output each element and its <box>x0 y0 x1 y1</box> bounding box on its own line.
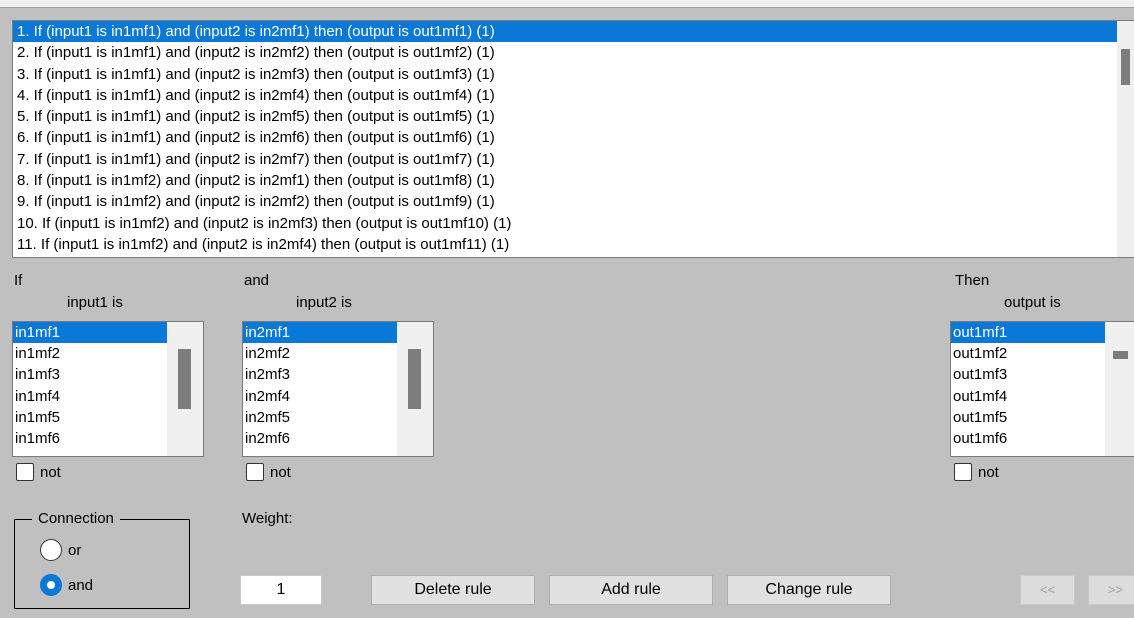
or-radio[interactable] <box>40 539 62 561</box>
input2-not-label: not <box>270 464 291 481</box>
or-label: or <box>68 542 82 559</box>
next-button[interactable]: >> <box>1088 575 1134 605</box>
rules-listbox[interactable]: 1. If (input1 is in1mf1) and (input2 is … <box>12 20 1134 258</box>
input1-not-label: not <box>40 464 61 481</box>
change-rule-button[interactable]: Change rule <box>727 575 891 605</box>
then-heading: Then <box>955 272 990 289</box>
rules-scrollbar[interactable] <box>1117 21 1134 257</box>
output-mf-item[interactable]: out1mf5 <box>951 407 1105 428</box>
input2-mf-item[interactable]: in2mf4 <box>243 386 397 407</box>
input1-not-checkbox[interactable] <box>16 463 34 481</box>
output-mf-item[interactable]: out1mf4 <box>951 386 1105 407</box>
output-scrollbar[interactable] <box>1105 322 1134 456</box>
output-not-checkbox[interactable] <box>954 463 972 481</box>
rules-scrollbar-thumb[interactable] <box>1121 49 1130 85</box>
rule-list-item[interactable]: 3. If (input1 is in1mf1) and (input2 is … <box>13 64 1117 85</box>
input2-label: input2 is <box>296 294 352 311</box>
input2-not-checkbox[interactable] <box>246 463 264 481</box>
add-rule-button[interactable]: Add rule <box>549 575 713 605</box>
rule-list-item[interactable]: 11. If (input1 is in1mf2) and (input2 is… <box>13 234 1117 255</box>
input2-mf-item[interactable]: in2mf6 <box>243 428 397 449</box>
rule-list-item[interactable]: 9. If (input1 is in1mf2) and (input2 is … <box>13 191 1117 212</box>
output-mf-listbox[interactable]: out1mf1 out1mf2 out1mf3 out1mf4 out1mf5 out1m… <box>950 321 1134 457</box>
rule-list-item[interactable]: 8. If (input1 is in1mf2) and (input2 is … <box>13 170 1117 191</box>
weight-input[interactable]: 1 <box>240 575 322 605</box>
rule-list-item[interactable]: 10. If (input1 is in1mf2) and (input2 is… <box>13 213 1117 234</box>
output-mf-item[interactable]: out1mf3 <box>951 364 1105 385</box>
input1-mf-item[interactable]: in1mf6 <box>13 428 167 449</box>
and-heading: and <box>244 272 270 289</box>
output-label: output is <box>1004 294 1061 311</box>
rule-list-item[interactable]: 4. If (input1 is in1mf1) and (input2 is … <box>13 85 1117 106</box>
input2-mf-item[interactable]: in2mf2 <box>243 343 397 364</box>
input2-scrollbar-thumb[interactable] <box>408 349 421 409</box>
input1-mf-listbox[interactable]: in1mf1 in1mf2 in1mf3 in1mf4 in1mf5 in1mf6 <box>12 321 204 457</box>
connection-group <box>14 519 190 609</box>
if-heading: If <box>14 272 23 289</box>
rule-list-item[interactable]: 7. If (input1 is in1mf1) and (input2 is … <box>13 149 1117 170</box>
output-not-label: not <box>978 464 999 481</box>
input1-mf-items: in1mf1 in1mf2 in1mf3 in1mf4 in1mf5 in1mf6 <box>13 322 167 456</box>
input1-mf-item[interactable]: in1mf1 <box>13 322 167 344</box>
delete-rule-button[interactable]: Delete rule <box>371 575 535 605</box>
and-radio[interactable] <box>40 574 62 596</box>
rule-list-item[interactable]: 1. If (input1 is in1mf1) and (input2 is … <box>13 21 1117 43</box>
input2-mf-item[interactable]: in2mf3 <box>243 364 397 385</box>
weight-label: Weight: <box>242 510 293 527</box>
output-mf-items: out1mf1 out1mf2 out1mf3 out1mf4 out1mf5 out1m… <box>951 322 1105 456</box>
input2-scrollbar[interactable] <box>397 322 433 456</box>
input2-mf-item[interactable]: in2mf1 <box>243 322 397 344</box>
input1-mf-item[interactable]: in1mf4 <box>13 386 167 407</box>
input1-label: input1 is <box>67 294 123 311</box>
previous-button[interactable]: << <box>1020 575 1075 605</box>
and-label: and <box>68 577 94 594</box>
rule-list-item[interactable]: 2. If (input1 is in1mf1) and (input2 is … <box>13 42 1117 63</box>
input1-scrollbar-thumb[interactable] <box>178 349 191 409</box>
rules-list-items: 1. If (input1 is in1mf1) and (input2 is … <box>13 21 1117 257</box>
input2-mf-items: in2mf1 in2mf2 in2mf3 in2mf4 in2mf5 in2mf6 <box>243 322 397 456</box>
output-scrollbar-thumb[interactable] <box>1113 351 1128 359</box>
connection-legend: Connection <box>32 510 120 527</box>
input1-mf-item[interactable]: in1mf5 <box>13 407 167 428</box>
output-mf-item[interactable]: out1mf1 <box>951 322 1105 344</box>
input1-mf-item[interactable]: in1mf3 <box>13 364 167 385</box>
input2-mf-listbox[interactable]: in2mf1 in2mf2 in2mf3 in2mf4 in2mf5 in2mf6 <box>242 321 434 457</box>
output-mf-item[interactable]: out1mf2 <box>951 343 1105 364</box>
input1-mf-item[interactable]: in1mf2 <box>13 343 167 364</box>
rule-list-item[interactable]: 5. If (input1 is in1mf1) and (input2 is … <box>13 106 1117 127</box>
input2-mf-item[interactable]: in2mf5 <box>243 407 397 428</box>
top-border <box>0 0 1134 8</box>
rule-list-item[interactable]: 6. If (input1 is in1mf1) and (input2 is … <box>13 127 1117 148</box>
output-mf-item[interactable]: out1mf6 <box>951 428 1105 449</box>
input1-scrollbar[interactable] <box>167 322 203 456</box>
